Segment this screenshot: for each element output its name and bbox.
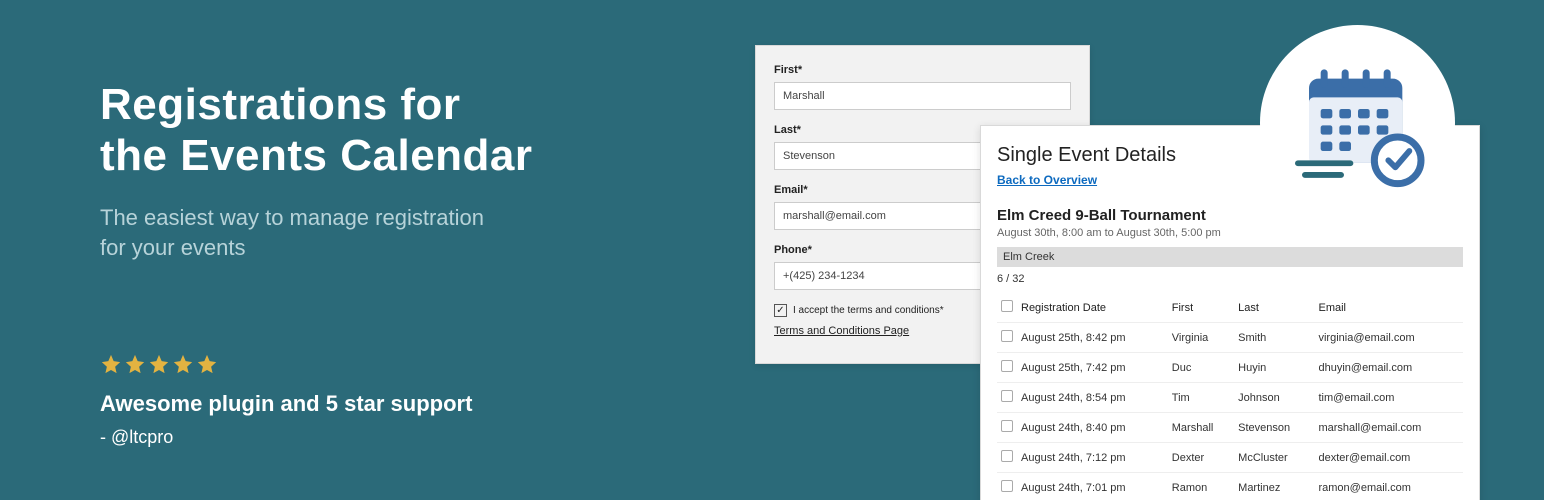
calendar-icon: [1288, 53, 1428, 193]
col-first: First: [1168, 293, 1234, 323]
row-checkbox[interactable]: [1001, 360, 1013, 372]
star-icon: [196, 353, 218, 375]
terms-checkbox[interactable]: ✓: [774, 304, 787, 317]
star-icon: [100, 353, 122, 375]
hero-subtitle: The easiest way to manage registration f…: [100, 203, 660, 262]
row-checkbox[interactable]: [1001, 450, 1013, 462]
table-row: August 25th, 8:42 pmVirginiaSmithvirgini…: [997, 323, 1463, 353]
review-quote: Awesome plugin and 5 star support: [100, 391, 660, 417]
table-row: August 24th, 7:01 pmRamonMartinezramon@e…: [997, 473, 1463, 500]
col-email: Email: [1314, 293, 1463, 323]
select-all-checkbox[interactable]: [1001, 300, 1013, 312]
row-checkbox[interactable]: [1001, 480, 1013, 492]
venue-bar: Elm Creek: [997, 247, 1463, 267]
calendar-badge: [1260, 25, 1455, 220]
table-row: August 24th, 7:12 pmDexterMcClusterdexte…: [997, 443, 1463, 473]
first-label: First*: [774, 64, 1071, 76]
first-input[interactable]: [774, 82, 1071, 110]
terms-link[interactable]: Terms and Conditions Page: [774, 325, 909, 337]
star-icon: [124, 353, 146, 375]
table-row: August 24th, 8:54 pmTimJohnsontim@email.…: [997, 383, 1463, 413]
terms-label: I accept the terms and conditions*: [793, 305, 944, 316]
back-link[interactable]: Back to Overview: [997, 173, 1097, 187]
review-attribution: - @ltcpro: [100, 427, 660, 448]
table-row: August 25th, 7:42 pmDucHuyindhuyin@email…: [997, 353, 1463, 383]
col-last: Last: [1234, 293, 1314, 323]
row-checkbox[interactable]: [1001, 420, 1013, 432]
table-row: August 24th, 8:40 pmMarshallStevensonmar…: [997, 413, 1463, 443]
row-checkbox[interactable]: [1001, 390, 1013, 402]
hero-title: Registrations for the Events Calendar: [100, 80, 660, 181]
capacity-count: 6 / 32: [997, 273, 1463, 285]
registrations-table: Registration Date First Last Email Augus…: [997, 293, 1463, 500]
star-icon: [148, 353, 170, 375]
rating-stars: [100, 353, 660, 375]
row-checkbox[interactable]: [1001, 330, 1013, 342]
event-time: August 30th, 8:00 am to August 30th, 5:0…: [997, 227, 1463, 239]
col-date: Registration Date: [1017, 293, 1168, 323]
star-icon: [172, 353, 194, 375]
